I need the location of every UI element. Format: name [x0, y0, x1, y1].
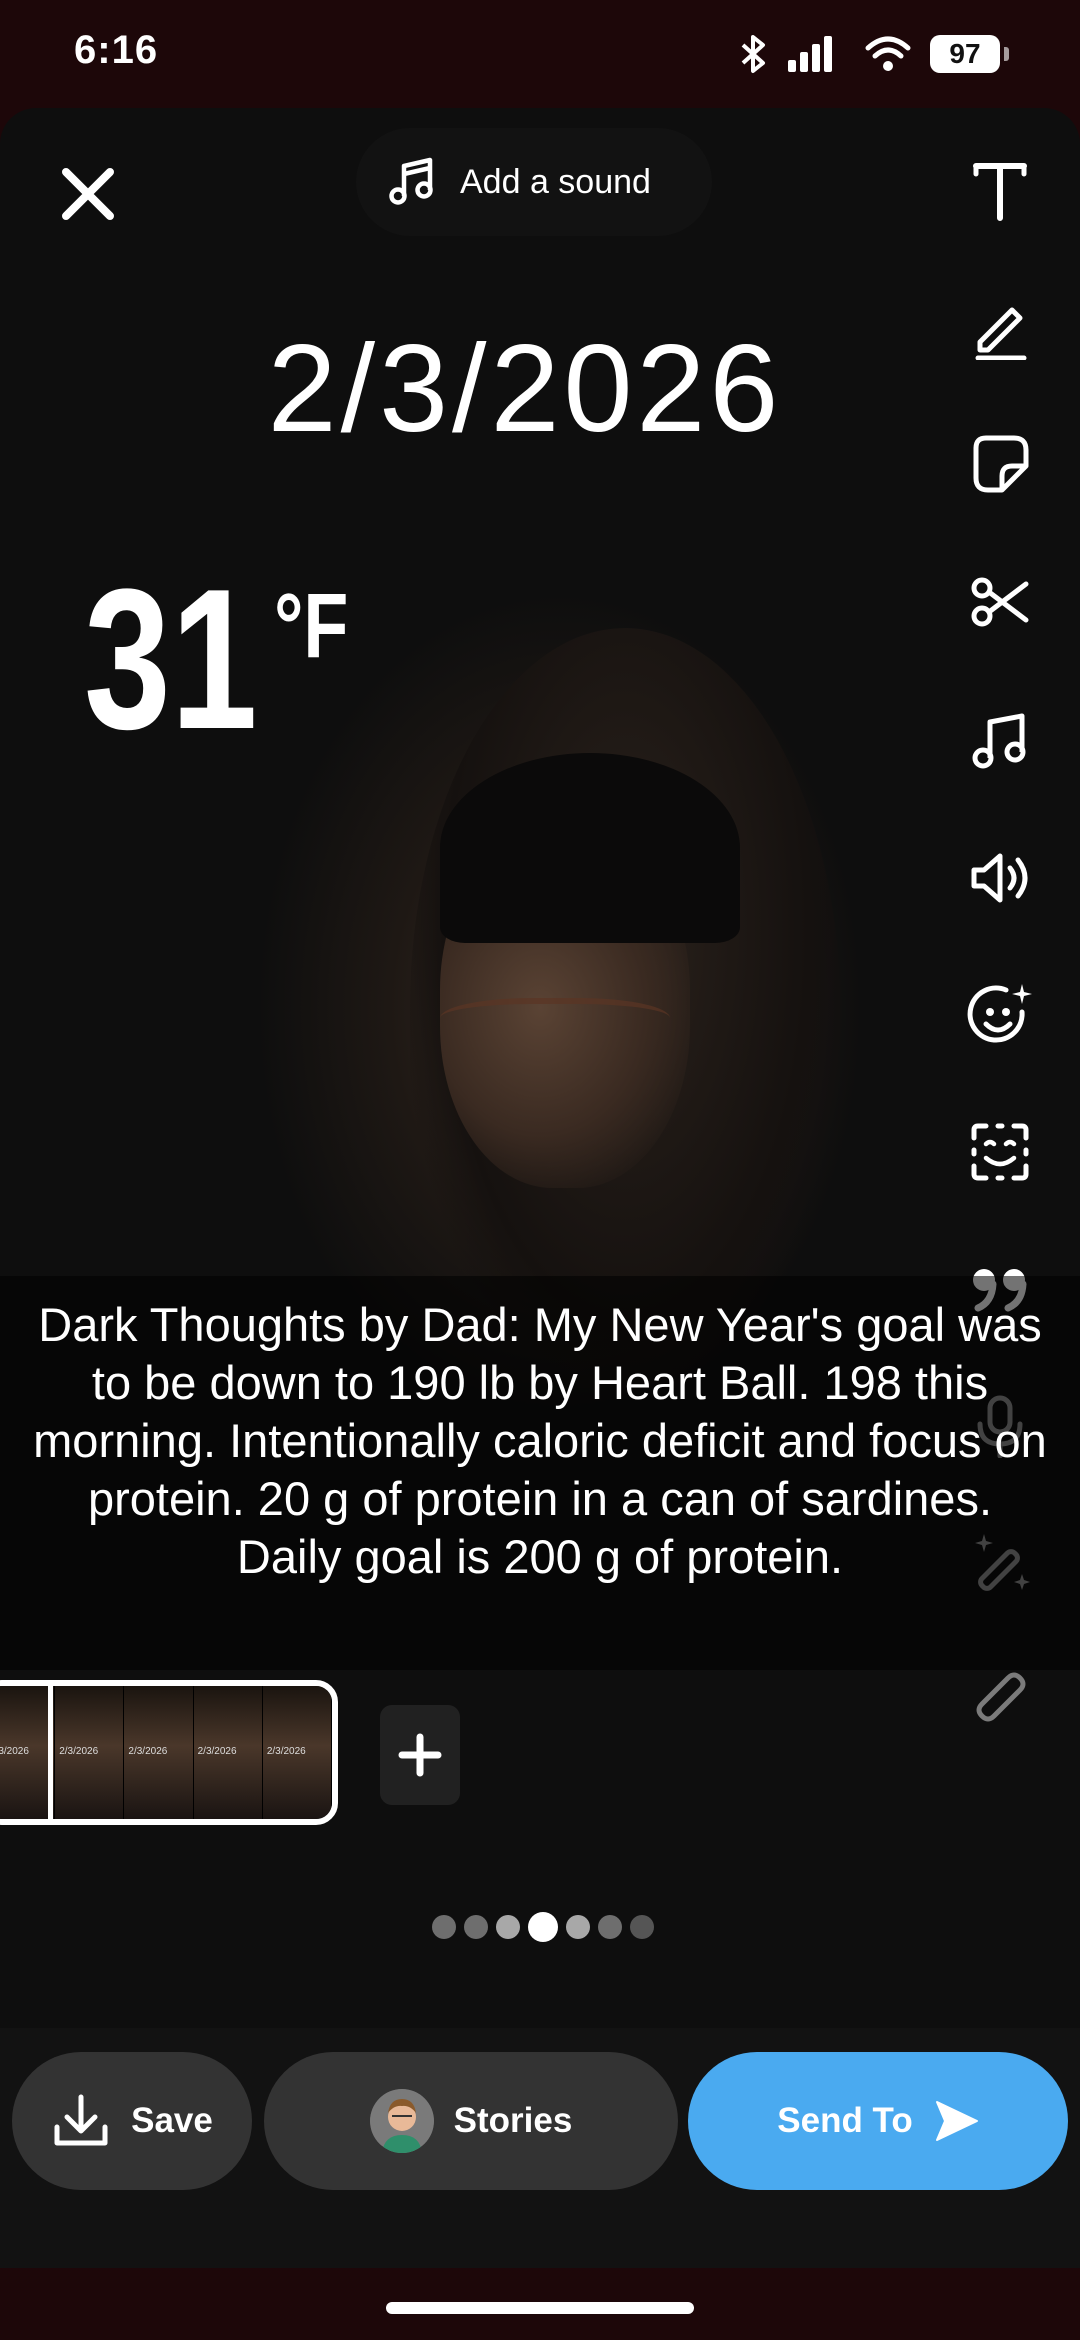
music-note-icon [389, 157, 433, 205]
page-dot[interactable] [432, 1915, 456, 1939]
status-time: 6:16 [74, 28, 159, 72]
send-arrow-icon [935, 2101, 978, 2141]
temperature-sticker[interactable]: 31 °F [84, 560, 367, 760]
photo-subject-hair [440, 753, 740, 943]
send-to-button[interactable]: Send To [688, 2052, 1068, 2190]
save-label: Save [131, 2101, 213, 2140]
cellular-signal-icon [788, 36, 832, 72]
timeline-thumbnail: 2/3/2026 [55, 1686, 125, 1819]
timeline-thumbnail: 2/3/2026 [124, 1686, 194, 1819]
avatar [369, 2089, 434, 2153]
text-icon [973, 163, 1027, 221]
music-tool-button[interactable] [960, 700, 1040, 780]
thumbnail-date: 2/3/2026 [266, 1746, 306, 1757]
lens-tool-button[interactable] [960, 1112, 1040, 1192]
plus-icon [398, 1733, 442, 1777]
add-sound-label: Add a sound [460, 162, 651, 201]
page-indicator [432, 1912, 654, 1942]
text-tool-button[interactable] [960, 150, 1040, 230]
photo-subject-glasses [440, 998, 670, 1048]
scissors-icon [971, 577, 1029, 627]
battery-indicator: 97 [930, 35, 1009, 73]
scissors-tool-button[interactable] [960, 562, 1040, 642]
bottom-action-bar: Save Stories Send To [0, 2028, 1080, 2268]
add-clip-button[interactable] [380, 1705, 460, 1805]
sticker-tool-button[interactable] [960, 424, 1040, 504]
draw-tool-button[interactable] [960, 288, 1040, 368]
thumbnail-date: 2/3/2026 [59, 1746, 99, 1757]
status-icons: 97 [738, 32, 1009, 76]
stories-label: Stories [453, 2101, 573, 2140]
status-bar: 6:16 97 [0, 0, 1080, 108]
save-button[interactable]: Save [12, 2052, 252, 2190]
music-icon [972, 713, 1026, 769]
download-icon [54, 2094, 108, 2146]
bluetooth-icon [741, 35, 765, 73]
thumbnail-date: 2/3/2026 [128, 1746, 168, 1757]
bitmoji-avatar-icon [369, 2089, 434, 2153]
emoji-tool-button[interactable] [960, 976, 1040, 1056]
timeline-thumbnail: 2/3/2026 [193, 1686, 263, 1819]
timeline-playhead[interactable] [48, 1680, 53, 1825]
page-dot-active[interactable] [528, 1912, 558, 1942]
temperature-value: 31 [84, 548, 258, 771]
paperclip-icon [976, 1672, 1026, 1722]
thumbnail-date: 2/3/2026 [0, 1746, 29, 1757]
emoji-icon [967, 984, 1032, 1043]
sticker-icon [973, 435, 1029, 493]
speaker-icon [971, 853, 1028, 903]
send-to-label: Send To [777, 2101, 913, 2140]
close-icon[interactable] [56, 162, 120, 226]
caption-text[interactable]: Dark Thoughts by Dad: My New Year's goal… [0, 1276, 1080, 1670]
attachment-tool-button[interactable] [960, 1662, 1040, 1742]
home-indicator[interactable] [386, 2302, 694, 2314]
stories-button[interactable]: Stories [264, 2052, 678, 2190]
add-sound-button[interactable]: Add a sound [356, 128, 712, 236]
wifi-icon [865, 36, 911, 71]
volume-tool-button[interactable] [960, 838, 1040, 918]
temperature-unit: °F [274, 575, 349, 677]
page-dot[interactable] [598, 1915, 622, 1939]
pen-icon [975, 307, 1027, 360]
page-dot[interactable] [566, 1915, 590, 1939]
page-dot[interactable] [496, 1915, 520, 1939]
page-dot[interactable] [630, 1915, 654, 1939]
lens-icon [971, 1123, 1029, 1181]
timeline-thumbnail: 2/3/2026 [262, 1686, 332, 1819]
thumbnail-date: 2/3/2026 [197, 1746, 237, 1757]
date-sticker[interactable]: 2/3/2026 [0, 318, 1050, 460]
page-dot[interactable] [464, 1915, 488, 1939]
timeline-thumbnail: 2/3/2026 [0, 1686, 56, 1819]
